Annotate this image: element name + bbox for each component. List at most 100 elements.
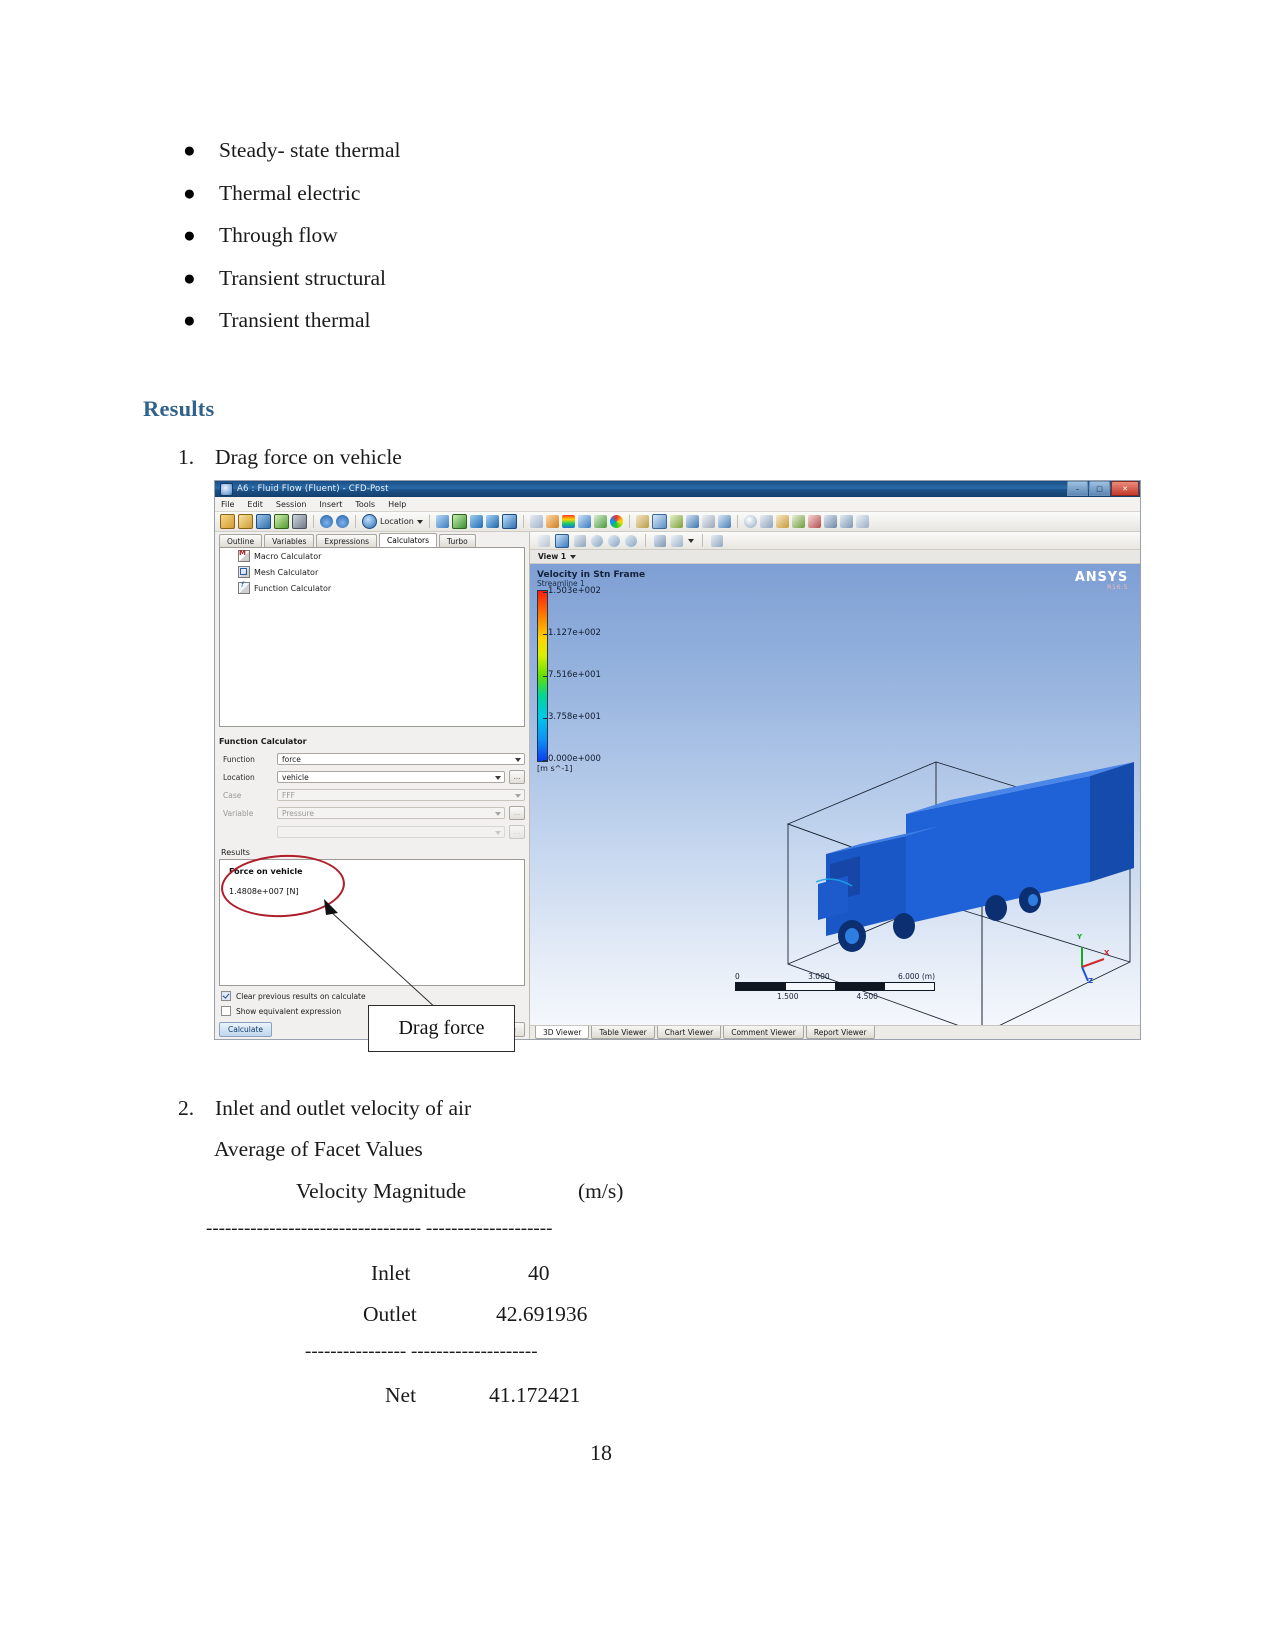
tree-item-label: Function Calculator bbox=[254, 583, 332, 593]
coordinate-frame-icon[interactable] bbox=[545, 515, 559, 528]
turbo-icon[interactable] bbox=[839, 515, 853, 528]
menu-item-edit[interactable]: Edit bbox=[247, 500, 263, 509]
menu-item-insert[interactable]: Insert bbox=[319, 500, 342, 509]
function-select-value: force bbox=[282, 754, 301, 764]
text-icon[interactable] bbox=[529, 515, 543, 528]
color-wheel-icon[interactable] bbox=[609, 515, 623, 528]
instancing-icon[interactable] bbox=[577, 515, 591, 528]
view-selector[interactable]: View 1 bbox=[530, 550, 1140, 564]
animation-icon[interactable] bbox=[759, 515, 773, 528]
location-select[interactable]: vehicle bbox=[277, 771, 505, 783]
3d-viewport[interactable]: Velocity in Stn Frame Streamline 1 1.503… bbox=[530, 564, 1140, 1025]
redo-icon[interactable] bbox=[336, 515, 349, 528]
help-toolbar-icon[interactable] bbox=[855, 515, 869, 528]
new-case-icon[interactable] bbox=[220, 514, 235, 529]
mesh-icon[interactable] bbox=[823, 515, 837, 528]
comment-icon[interactable] bbox=[701, 515, 715, 528]
viewer-panel: View 1 Velocity in Stn Frame Streamline … bbox=[530, 532, 1140, 1039]
minimize-button[interactable]: – bbox=[1067, 481, 1088, 496]
menu-item-tools[interactable]: Tools bbox=[355, 500, 375, 509]
legend-icon[interactable] bbox=[561, 515, 575, 528]
location-dropdown[interactable]: Location bbox=[362, 514, 423, 529]
zoom-in-icon[interactable] bbox=[591, 534, 603, 547]
scale-label-1: 3.000 bbox=[808, 972, 830, 981]
tab-calculators[interactable]: Calculators bbox=[379, 533, 438, 547]
chart-icon[interactable] bbox=[685, 515, 699, 528]
timestep-icon[interactable] bbox=[743, 515, 757, 528]
function-select[interactable]: force bbox=[277, 753, 525, 765]
tree-item-mesh-calculator[interactable]: Mesh Calculator bbox=[220, 564, 524, 580]
toolbar-separator bbox=[355, 515, 356, 528]
tab-chart-viewer[interactable]: Chart Viewer bbox=[656, 1026, 722, 1039]
tab-expressions[interactable]: Expressions bbox=[316, 534, 378, 547]
calculators-tree[interactable]: Macro Calculator Mesh Calculator Functio… bbox=[219, 547, 525, 727]
bullet-icon: ● bbox=[183, 138, 196, 162]
left-panel: Outline Variables Expressions Calculator… bbox=[215, 532, 530, 1039]
toolbar-separator bbox=[702, 534, 703, 547]
macro-icon[interactable] bbox=[807, 515, 821, 528]
calculate-button[interactable]: Calculate bbox=[219, 1022, 273, 1037]
tab-outline[interactable]: Outline bbox=[219, 534, 263, 547]
chevron-down-icon[interactable] bbox=[688, 538, 694, 543]
macro-calculator-icon bbox=[238, 549, 250, 562]
volume-rendering-icon[interactable] bbox=[501, 514, 517, 529]
case-select[interactable]: FFF bbox=[277, 789, 525, 801]
probe-icon[interactable] bbox=[791, 515, 805, 528]
extra-select[interactable] bbox=[277, 826, 505, 838]
predefined-view-icon[interactable] bbox=[654, 534, 666, 547]
open-case-icon[interactable] bbox=[238, 514, 253, 529]
pan-icon[interactable] bbox=[574, 534, 586, 547]
table-col1-header: Velocity Magnitude bbox=[296, 1179, 467, 1203]
zoom-fit-icon[interactable] bbox=[625, 534, 637, 547]
menu-item-help[interactable]: Help bbox=[388, 500, 406, 509]
function-calculator-title: Function Calculator bbox=[219, 737, 307, 746]
ruler-icon[interactable] bbox=[775, 515, 789, 528]
function-calculator-panel: Function Calculator Function force Locat… bbox=[219, 737, 525, 1039]
rotate-icon[interactable] bbox=[555, 533, 569, 548]
window-body: Outline Variables Expressions Calculator… bbox=[215, 532, 1140, 1039]
snapshot-icon[interactable] bbox=[292, 514, 307, 529]
clip-plane-icon[interactable] bbox=[593, 515, 607, 528]
location-browse-button[interactable]: ... bbox=[509, 770, 525, 784]
streamline-icon[interactable] bbox=[469, 515, 483, 528]
table-col2-header: (m/s) bbox=[578, 1179, 624, 1203]
zoom-box-icon[interactable] bbox=[608, 534, 620, 547]
table-icon[interactable] bbox=[669, 515, 683, 528]
maximize-button[interactable]: □ bbox=[1089, 481, 1110, 496]
tab-turbo[interactable]: Turbo bbox=[439, 534, 476, 547]
vector-icon[interactable] bbox=[435, 515, 449, 528]
panel-tabs: Outline Variables Expressions Calculator… bbox=[215, 532, 529, 547]
checkbox-icon bbox=[221, 1006, 231, 1016]
toolbar-separator bbox=[736, 515, 738, 528]
tab-report-viewer[interactable]: Report Viewer bbox=[805, 1026, 875, 1039]
expressions-icon[interactable] bbox=[635, 515, 649, 528]
viewport-layout-icon[interactable] bbox=[671, 534, 683, 547]
select-arrow-icon[interactable] bbox=[538, 534, 550, 547]
variable-browse-button[interactable]: ... bbox=[509, 806, 525, 820]
tab-3d-viewer[interactable]: 3D Viewer bbox=[535, 1026, 590, 1039]
sync-camera-icon[interactable] bbox=[711, 534, 723, 547]
app-icon bbox=[220, 482, 233, 496]
menu-item-file[interactable]: File bbox=[221, 500, 234, 509]
menu-item-session[interactable]: Session bbox=[276, 500, 307, 509]
calculator-icon[interactable] bbox=[651, 514, 667, 529]
contour-icon[interactable] bbox=[451, 514, 467, 529]
tree-item-function-calculator[interactable]: Function Calculator bbox=[220, 580, 524, 596]
tree-item-macro-calculator[interactable]: Macro Calculator bbox=[220, 548, 524, 564]
undo-icon[interactable] bbox=[320, 515, 333, 528]
list-item: ● Transient thermal bbox=[175, 308, 875, 332]
tab-table-viewer[interactable]: Table Viewer bbox=[591, 1026, 655, 1039]
refresh-icon[interactable] bbox=[274, 514, 289, 529]
document-page: ● Steady- state thermal ● Thermal electr… bbox=[0, 0, 1275, 1650]
particle-track-icon[interactable] bbox=[485, 515, 499, 528]
report-icon[interactable] bbox=[717, 515, 731, 528]
tab-variables[interactable]: Variables bbox=[264, 534, 315, 547]
extra-browse-button[interactable]: ... bbox=[509, 825, 525, 839]
close-button[interactable]: ✕ bbox=[1111, 481, 1139, 496]
save-state-icon[interactable] bbox=[256, 514, 271, 529]
checkbox-clear-previous-results[interactable]: Clear previous results on calculate bbox=[219, 991, 525, 1001]
tab-comment-viewer[interactable]: Comment Viewer bbox=[723, 1026, 804, 1039]
field-extra: ... bbox=[219, 825, 525, 839]
variable-select[interactable]: Pressure bbox=[277, 807, 505, 819]
chevron-down-icon[interactable] bbox=[570, 554, 577, 559]
